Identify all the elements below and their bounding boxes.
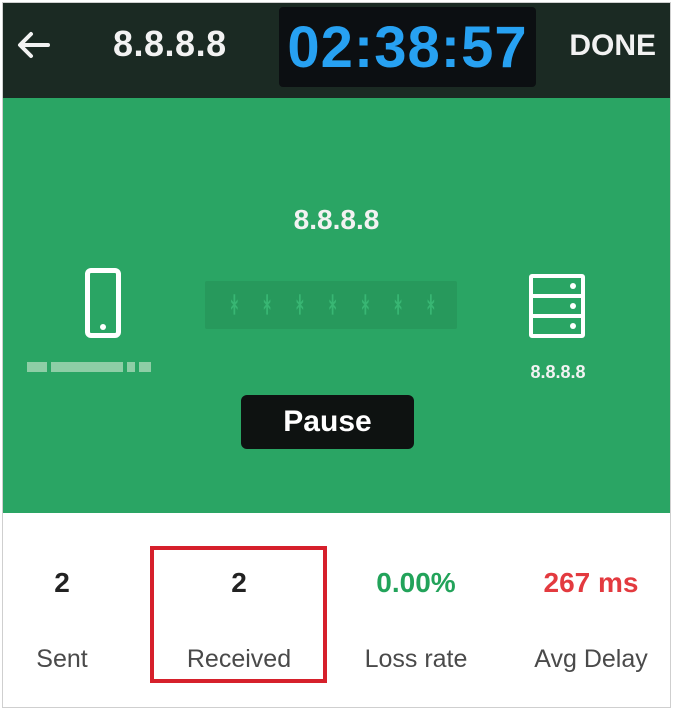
elapsed-timer: 02:38:57 bbox=[279, 7, 536, 87]
packet-icon: ᚼ bbox=[391, 292, 405, 317]
phone-icon bbox=[85, 268, 121, 338]
arrow-left-icon bbox=[18, 32, 50, 58]
avg-delay-value: 267 ms bbox=[543, 567, 639, 598]
packet-icon: ᚼ bbox=[293, 292, 307, 317]
done-button[interactable]: DONE bbox=[569, 29, 656, 63]
sent-value: 2 bbox=[54, 567, 70, 598]
packet-icon: ᚼ bbox=[326, 292, 340, 317]
stat-sent: 2 Sent bbox=[3, 513, 121, 707]
packet-icon: ᚼ bbox=[358, 292, 372, 317]
timer-value: 02:38:57 bbox=[287, 14, 528, 80]
target-host-label: 8.8.8.8 bbox=[293, 204, 380, 235]
top-bar: 8.8.8.8 02:38:57 DONE bbox=[3, 3, 670, 98]
ping-panel: 8.8.8.8 ᚼ ᚼ ᚼ ᚼ ᚼ ᚼ ᚼ 8.8.8.8 Pause bbox=[3, 98, 670, 513]
received-highlight-box bbox=[150, 546, 327, 683]
sent-label: Sent bbox=[36, 645, 88, 673]
packet-icon: ᚼ bbox=[424, 292, 438, 317]
stats-bar: 2 Sent 2 Received 0.00% Loss rate 267 ms… bbox=[3, 513, 670, 707]
server-icon bbox=[529, 274, 585, 338]
packet-icon: ᚼ bbox=[227, 292, 241, 317]
back-button[interactable] bbox=[13, 25, 53, 65]
stat-avg-delay: 267 ms Avg Delay bbox=[511, 513, 670, 707]
packet-icon: ᚼ bbox=[260, 292, 274, 317]
device-name-blurred bbox=[27, 360, 177, 374]
pause-button[interactable]: Pause bbox=[241, 395, 414, 449]
app-window: 8.8.8.8 02:38:57 DONE 8.8.8.8 ᚼ ᚼ ᚼ ᚼ ᚼ … bbox=[2, 2, 671, 708]
server-host-label: 8.8.8.8 bbox=[530, 362, 586, 382]
ping-track: ᚼ ᚼ ᚼ ᚼ ᚼ ᚼ ᚼ bbox=[205, 281, 457, 329]
page-title: 8.8.8.8 bbox=[113, 23, 227, 64]
loss-rate-label: Loss rate bbox=[364, 645, 468, 673]
avg-delay-label: Avg Delay bbox=[534, 645, 648, 673]
stat-loss-rate: 0.00% Loss rate bbox=[343, 513, 489, 707]
loss-rate-value: 0.00% bbox=[376, 567, 456, 598]
